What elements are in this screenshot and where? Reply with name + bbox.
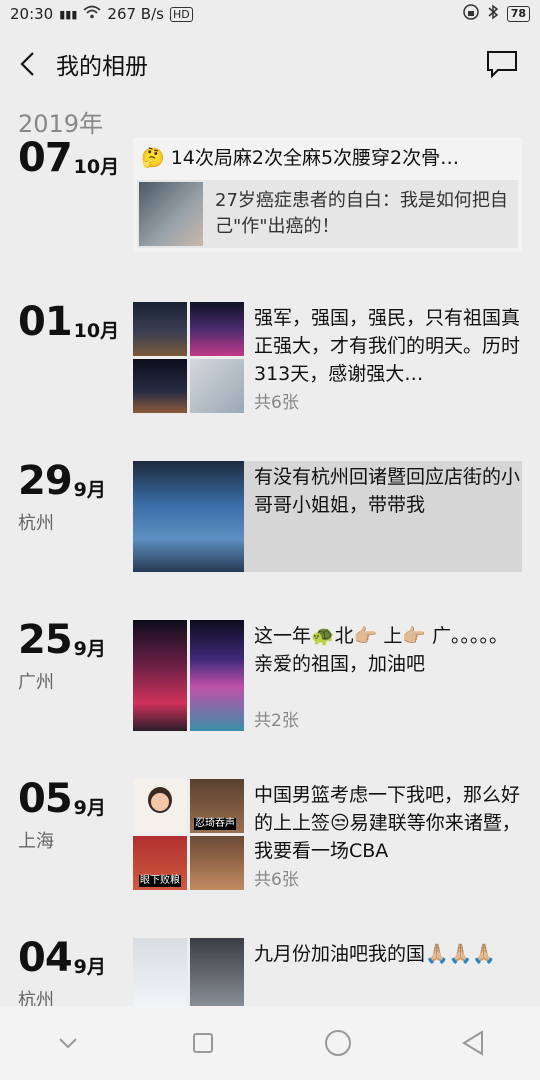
list-item[interactable]: 25 9月 广州 这一年🐢北👉🏼 上👉🏼 广。。。。。亲爱的祖国，加油吧 共2张 [0,620,540,735]
entry-text: 九月份加油吧我的国🙏🏼🙏🏼🙏🏼 [254,943,496,965]
photo-thumbnail[interactable]: 眼下败粮 [133,836,187,890]
message-icon [487,51,517,78]
list-item[interactable]: 04 9月 杭州 九月份加油吧我的国🙏🏼🙏🏼🙏🏼 [0,938,540,1006]
entry-city: 杭州 [18,990,54,1006]
photo-thumbnail[interactable] [133,620,187,731]
entry-month: 9月 [73,956,106,978]
nav-recents-button[interactable] [173,1013,233,1073]
entry-month: 10月 [73,320,120,342]
triangle-back-icon [461,1030,483,1056]
photo-thumbnail[interactable] [190,836,244,890]
article-thumbnail [139,182,203,246]
status-bar: 20:30 ▮▮▮ 267 B/s HD 78 [0,0,540,28]
back-button[interactable] [0,28,56,100]
nav-home-button[interactable] [308,1013,368,1073]
status-time: 20:30 [10,5,54,23]
entry-month: 9月 [73,797,106,819]
page-title: 我的相册 [56,54,148,80]
photo-thumbnail[interactable] [190,620,244,731]
lock-rotation-icon [462,4,479,24]
photo-grid[interactable] [133,461,244,572]
photo-thumbnail[interactable] [190,302,244,356]
nav-collapse-button[interactable] [38,1013,98,1073]
list-item[interactable]: 07 10月 🤔 14次局麻2次全麻5次腰穿2次骨… 27岁癌症患者的自白：我是… [0,138,540,258]
entry-month: 10月 [73,156,120,178]
photo-thumbnail[interactable] [133,359,187,413]
entry-text: 这一年🐢北👉🏼 上👉🏼 广。。。。。亲爱的祖国，加油吧 [254,625,509,675]
hd-icon: HD [169,6,193,22]
entry-day: 07 [18,135,73,181]
photo-thumbnail[interactable] [190,359,244,413]
photo-count: 共6张 [254,393,299,413]
network-speed: 267 B/s [107,5,164,23]
entry-city: 上海 [18,831,54,852]
entry-day: 04 [18,935,73,981]
list-item[interactable]: 29 9月 杭州 有没有杭州回诸暨回应店街的小哥哥小姐姐，带带我 [0,461,540,576]
entry-day: 01 [18,299,73,345]
shared-post-title: 🤔 14次局麻2次全麻5次腰穿2次骨… [141,147,460,169]
entry-date: 01 10月 [18,302,119,342]
entry-day: 25 [18,617,73,663]
photo-grid[interactable] [133,302,244,413]
album-feed[interactable]: 2019年 07 10月 🤔 14次局麻2次全麻5次腰穿2次骨… 27岁癌症患者… [0,100,540,1006]
photo-grid[interactable] [133,938,244,1006]
entry-day: 05 [18,776,73,822]
photo-thumbnail[interactable] [133,461,244,572]
system-nav-bar [0,1006,540,1080]
list-item[interactable]: 01 10月 强军，强国，强民，只有祖国真正强大，才有我们的明天。历时313天，… [0,302,540,417]
year-label: 2019年 [18,110,104,138]
nav-back-button[interactable] [443,1013,503,1073]
entry-date: 04 9月 [18,938,106,978]
shared-article-card[interactable]: 27岁癌症患者的自白：我是如何把自己"作"出癌的！ [137,180,518,248]
photo-grid[interactable]: 忍琦吞声 眼下败粮 [133,779,244,890]
sticker-caption: 眼下败粮 [139,875,181,887]
entry-text: 有没有杭州回诸暨回应店街的小哥哥小姐姐，带带我 [254,466,521,516]
bluetooth-icon [487,4,499,24]
photo-thumbnail[interactable] [133,302,187,356]
photo-thumbnail[interactable]: 忍琦吞声 [190,779,244,833]
entry-city: 广州 [18,672,54,693]
messages-button[interactable] [482,46,522,82]
entry-text: 强军，强国，强民，只有祖国真正强大，才有我们的明天。历时313天，感谢强大… [254,307,521,385]
photo-thumbnail[interactable] [133,938,187,1006]
chevron-left-icon [20,52,34,76]
battery-icon: 78 [506,6,530,22]
entry-date: 25 9月 [18,620,106,660]
sticker-caption: 忍琦吞声 [194,818,236,830]
entry-day: 29 [18,458,73,504]
shared-post[interactable]: 🤔 14次局麻2次全麻5次腰穿2次骨… 27岁癌症患者的自白：我是如何把自己"作… [133,138,522,252]
entry-city: 杭州 [18,513,54,534]
list-item[interactable]: 05 9月 上海 忍琦吞声 眼下败粮 中国男篮考虑一下我吧，那么好的上上签😒易建… [0,779,540,894]
photo-thumbnail[interactable] [133,779,187,833]
entry-month: 9月 [73,479,106,501]
entry-text: 中国男篮考虑一下我吧，那么好的上上签😒易建联等你来诸暨，我要看一场CBA [254,784,521,862]
entry-date: 29 9月 [18,461,106,501]
article-title: 27岁癌症患者的自白：我是如何把自己"作"出癌的！ [215,190,508,237]
wifi-icon [83,5,101,23]
photo-grid[interactable] [133,620,244,731]
entry-month: 9月 [73,638,106,660]
entry-date: 05 9月 [18,779,106,819]
circle-icon [324,1030,351,1056]
photo-count: 共2张 [254,711,299,731]
header: 我的相册 [0,28,540,100]
chevron-down-icon [58,1038,77,1049]
square-icon [192,1033,213,1053]
photo-count: 共6张 [254,870,299,890]
signal-icon: ▮▮▮ [59,7,78,21]
photo-thumbnail[interactable] [190,938,244,1006]
entry-date: 07 10月 [18,138,119,178]
